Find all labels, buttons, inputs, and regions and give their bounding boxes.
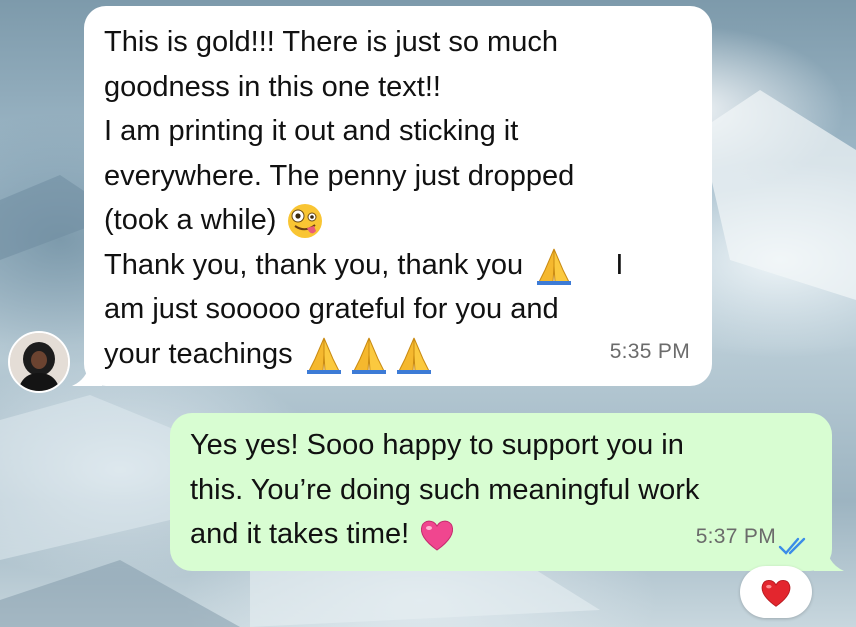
message-text: your teachings: [104, 337, 293, 370]
message-timestamp: 5:35 PM: [609, 339, 690, 363]
message-line-with-emoji: (took a while): [104, 198, 692, 243]
folded-hands-emoji: [306, 337, 341, 374]
message-line: goodness in this one text!!: [104, 70, 441, 103]
zany-face-emoji: [287, 204, 322, 239]
red-heart-emoji: [761, 580, 791, 607]
message-line-with-emoji: Thank you, thank you, thank you I: [104, 243, 692, 288]
message-text: Thank you, thank you, thank you: [104, 248, 524, 281]
folded-hands-emoji: [537, 248, 572, 285]
pink-heart-emoji: [421, 520, 454, 551]
read-receipt-double-check-icon: [778, 537, 806, 555]
outgoing-message-bubble[interactable]: Yes yes! Sooo happy to support you in th…: [170, 413, 832, 571]
message-timestamp: 5:37 PM: [695, 524, 776, 548]
message-reaction-badge[interactable]: [740, 566, 812, 618]
message-line: Yes yes! Sooo happy to support you in: [190, 429, 684, 461]
message-line: this. You’re doing such meaningful work: [190, 473, 700, 506]
sender-avatar[interactable]: [8, 331, 70, 393]
folded-hands-emoji-group: [306, 337, 431, 374]
message-text: (took a while): [104, 204, 277, 236]
message-text: and it takes time!: [190, 518, 410, 550]
message-line: am just sooooo grateful for you and: [104, 293, 559, 325]
message-line: I am printing it out and sticking it: [104, 115, 519, 147]
message-line-with-emoji: your teachings: [104, 332, 692, 377]
message-text: I: [615, 248, 624, 281]
message-line: This is gold!!! There is just so much: [104, 26, 558, 58]
person-avatar-image: [10, 333, 68, 391]
folded-hands-emoji: [351, 337, 386, 374]
folded-hands-emoji: [396, 337, 431, 374]
message-line: everywhere. The penny just dropped: [104, 159, 575, 192]
incoming-message-bubble[interactable]: This is gold!!! There is just so much go…: [84, 6, 712, 386]
